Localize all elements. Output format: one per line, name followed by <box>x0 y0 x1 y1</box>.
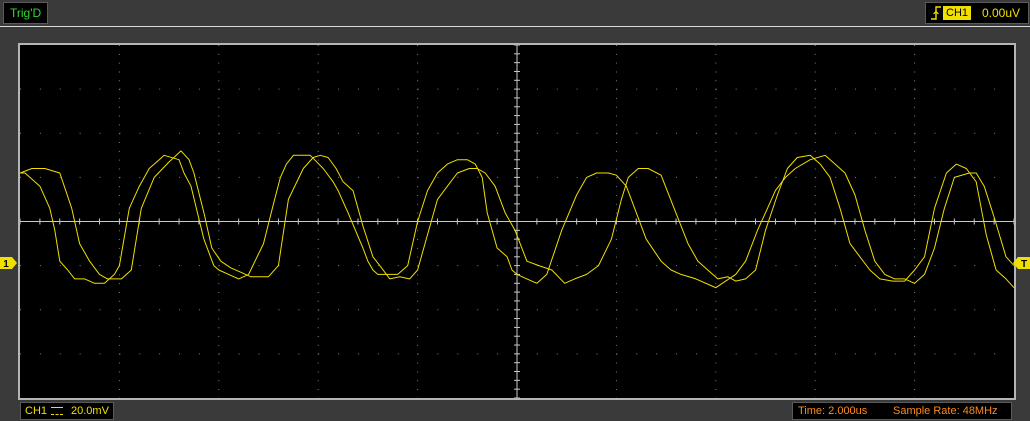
ch1-status-box[interactable]: CH1 20.0mV <box>20 402 114 420</box>
ch1-scale: 20.0mV <box>71 405 109 417</box>
waveform-svg <box>20 45 1014 398</box>
waveform-display[interactable] <box>18 43 1016 400</box>
status-bar-top: Trig'D CH1 0.00uV <box>0 0 1030 27</box>
trigger-channel-badge: CH1 <box>943 6 972 20</box>
header-divider <box>0 26 1030 27</box>
timebase-value: Time: 2.000us <box>798 405 868 417</box>
trigger-settings-box[interactable]: CH1 0.00uV <box>925 2 1029 24</box>
dc-coupling-icon <box>51 407 64 416</box>
rising-edge-icon <box>931 6 941 20</box>
center-axes <box>20 45 1014 398</box>
trigger-status-badge: Trig'D <box>3 2 49 24</box>
timebase-status-box: Time: 2.000us Sample Rate: 48MHz <box>792 402 1012 420</box>
trigger-level-marker[interactable]: T <box>1012 257 1030 269</box>
sample-rate-value: Sample Rate: 48MHz <box>893 405 998 417</box>
ch1-label: CH1 <box>25 405 48 417</box>
channel-1-position-marker[interactable]: 1 <box>0 257 20 269</box>
trigger-level-value: 0.00uV <box>982 6 1021 20</box>
trigger-marker-label: T <box>1021 259 1027 269</box>
channel-marker-label: 1 <box>3 259 9 269</box>
